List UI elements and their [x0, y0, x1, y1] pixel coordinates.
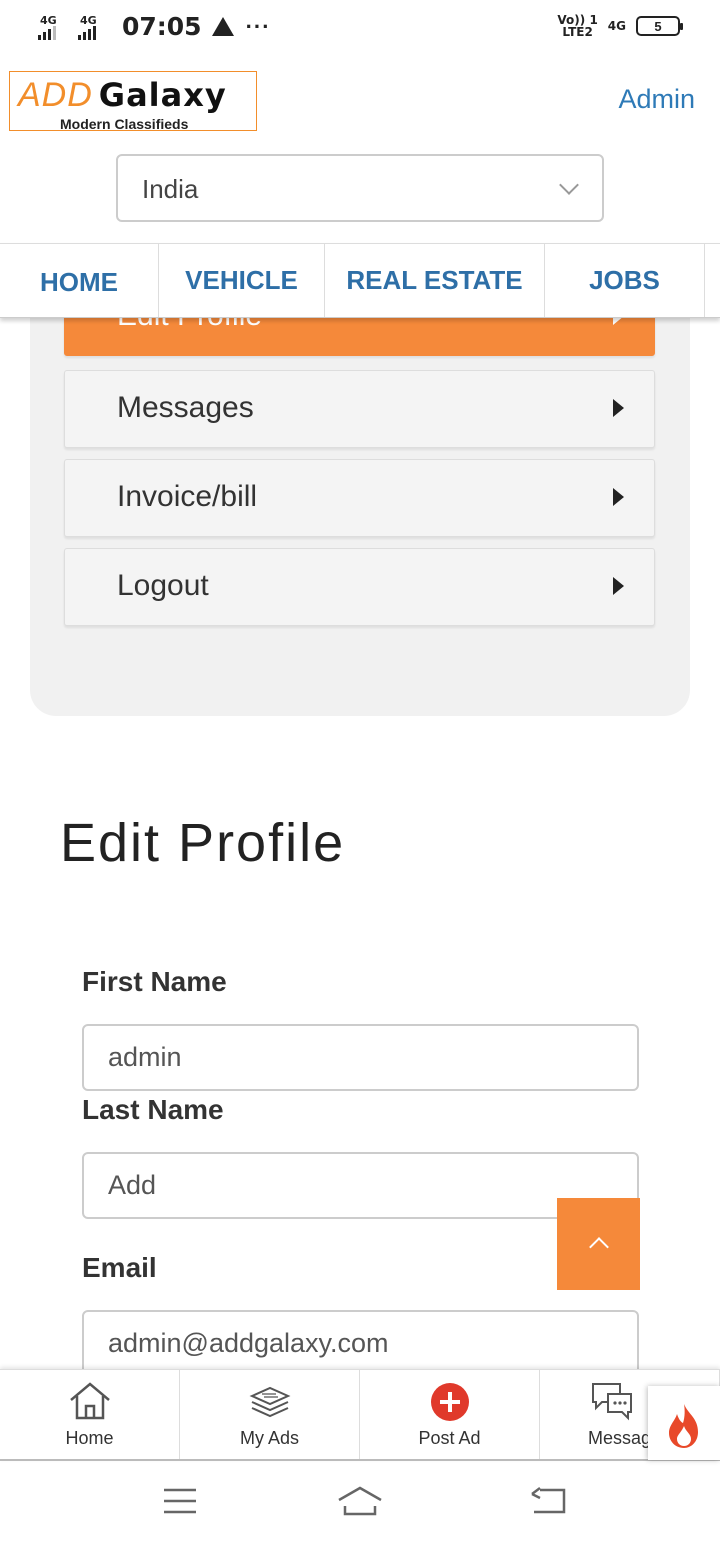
admin-link[interactable]: Admin: [618, 84, 695, 115]
stack-icon: [249, 1386, 290, 1418]
promo-fire-button[interactable]: [648, 1386, 720, 1460]
logo-tagline: Modern Classifieds: [60, 116, 189, 132]
menu-item-label: Logout: [117, 569, 209, 602]
bottom-tab-bar: Home My Ads Post Ad Messag: [0, 1369, 720, 1461]
last-name-label: Last Name: [82, 1094, 224, 1125]
battery-icon: 5: [636, 16, 683, 36]
chevron-up-icon: [589, 1237, 609, 1257]
tab-label: Messag: [588, 1428, 652, 1448]
network-type: 4G: [607, 19, 626, 33]
country-select-value: India: [142, 174, 199, 204]
caret-right-icon: [613, 399, 624, 417]
menu-item-label: Messages: [117, 391, 254, 424]
status-bar: 4G 4G 07:05 ··· Vo)) 1 LTE2 4G 5: [0, 0, 720, 58]
tab-post-ad[interactable]: Post Ad: [360, 1370, 540, 1459]
profile-menu: Edit Profile Messages Invoice/bill Logou…: [30, 278, 690, 716]
nav-vehicle[interactable]: VEHICLE: [159, 244, 325, 317]
plus-circle-icon: [430, 1383, 469, 1421]
tab-label: My Ads: [239, 1428, 300, 1448]
chevron-down-icon: [559, 175, 579, 195]
recent-apps-icon[interactable]: [162, 1484, 198, 1518]
nav-real-estate[interactable]: REAL ESTATE: [325, 244, 545, 317]
back-icon[interactable]: [528, 1484, 568, 1518]
page-title: Edit Profile: [60, 813, 346, 873]
country-select[interactable]: India: [116, 154, 604, 222]
caret-right-icon: [613, 488, 624, 506]
email-field[interactable]: [82, 1310, 639, 1377]
fire-icon: [669, 1404, 698, 1448]
home-button-icon[interactable]: [336, 1484, 384, 1518]
more-notifications-icon: ···: [245, 13, 271, 39]
warning-icon: [211, 17, 234, 36]
system-navigation-bar: [0, 1462, 720, 1544]
email-label: Email: [82, 1252, 157, 1283]
main-nav: HOME VEHICLE REAL ESTATE JOBS: [0, 243, 720, 318]
tab-home[interactable]: Home: [0, 1370, 180, 1459]
signal-icon: 4G: [78, 14, 112, 40]
tab-my-ads[interactable]: My Ads: [180, 1370, 360, 1459]
menu-item-messages[interactable]: Messages: [64, 370, 655, 448]
signal-icon: 4G: [38, 14, 72, 40]
logo-add-text: ADD: [18, 76, 93, 114]
tab-label: Post Ad: [418, 1428, 481, 1448]
first-name-field[interactable]: [82, 1024, 639, 1091]
menu-item-invoice[interactable]: Invoice/bill: [64, 459, 655, 537]
nav-jobs[interactable]: JOBS: [545, 244, 705, 317]
tab-label: Home: [65, 1428, 114, 1448]
caret-right-icon: [613, 577, 624, 595]
menu-item-logout[interactable]: Logout: [64, 548, 655, 626]
chat-icon: [592, 1383, 632, 1421]
home-icon: [69, 1382, 110, 1420]
menu-item-label: Invoice/bill: [117, 480, 258, 513]
first-name-label: First Name: [82, 966, 227, 997]
volte-indicator: Vo)) 1 LTE2: [557, 13, 598, 39]
last-name-field[interactable]: [82, 1152, 639, 1219]
site-logo[interactable]: ADD Galaxy Modern Classifieds: [9, 71, 257, 132]
clock: 07:05: [122, 12, 202, 41]
nav-home[interactable]: HOME: [0, 244, 159, 317]
logo-galaxy-text: Galaxy: [98, 76, 227, 114]
scroll-to-top-button[interactable]: [557, 1198, 640, 1290]
